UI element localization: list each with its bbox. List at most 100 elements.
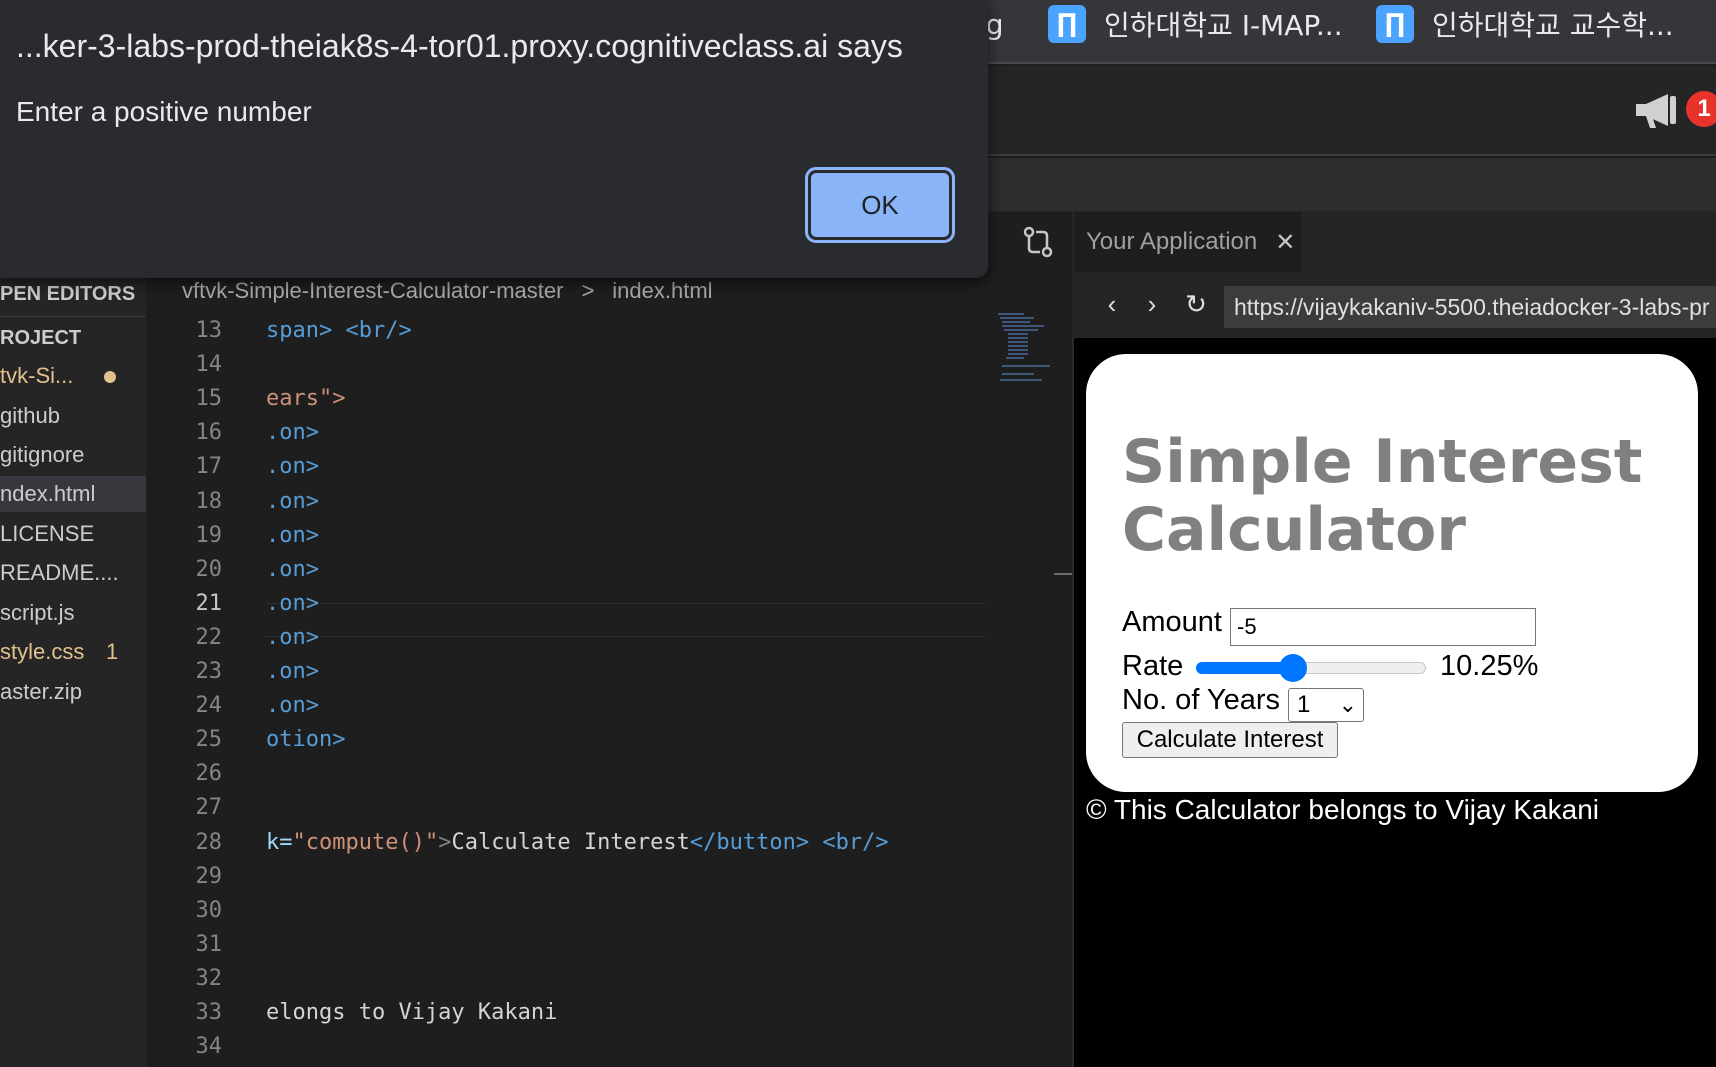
line-number: 34 <box>195 1034 223 1060</box>
code-line[interactable]: 15 ears"> <box>146 382 986 416</box>
breadcrumb-folder[interactable]: vftvk-Simple-Interest-Calculator-master <box>182 278 563 304</box>
code-fragment: .on> <box>266 624 319 650</box>
breadcrumb-file[interactable]: index.html <box>612 278 712 304</box>
explorer-item-license[interactable]: LICENSE <box>0 516 146 552</box>
code-line[interactable]: 27 <box>146 791 986 825</box>
code-fragment: .on> <box>266 659 319 684</box>
code-line[interactable]: 33 elongs to Vijay Kakani <box>146 996 986 1030</box>
explorer-item-readme[interactable]: README.... <box>0 555 146 591</box>
code-line[interactable]: 25 otion> <box>146 723 986 757</box>
scrollbar-marker[interactable] <box>1054 573 1072 575</box>
bookmark-inha-professor[interactable]: ∏ 인하대학교 교수학... <box>1376 0 1674 48</box>
code-line[interactable]: 30 <box>146 894 986 928</box>
line-number: 23 <box>195 659 223 684</box>
years-selected-value: 1 <box>1297 691 1311 718</box>
code-line[interactable]: 18 .on> <box>146 485 986 519</box>
code-line[interactable]: 19 .on> <box>146 519 986 553</box>
line-number: 18 <box>195 488 223 514</box>
open-editors-header[interactable]: PEN EDITORS <box>0 276 146 312</box>
explorer-item-style-css[interactable]: style.css 1 <box>0 634 146 670</box>
divider <box>0 316 146 317</box>
code-text: .on> <box>266 621 319 655</box>
file-explorer: PEN EDITORS ROJECT tvk-Si... github giti… <box>0 276 146 1067</box>
rate-slider[interactable] <box>1196 654 1426 682</box>
code-text: span> <br/> <box>266 314 412 348</box>
tab-your-application[interactable]: Your Application ✕ <box>1074 212 1302 272</box>
code-text: .on> <box>266 450 319 484</box>
code-line[interactable]: 32 <box>146 962 986 996</box>
code-text: .on> <box>266 416 319 450</box>
code-fragment: span> <box>266 318 333 343</box>
code-token: Calculate Interest <box>451 829 690 855</box>
explorer-item-script-js[interactable]: script.js <box>0 595 146 631</box>
dialog-title: ...ker-3-labs-prod-theiak8s-4-tor01.prox… <box>16 28 903 64</box>
problem-count-badge: 1 <box>106 639 119 664</box>
code-line[interactable]: 24 .on> <box>146 689 986 723</box>
line-number: 22 <box>195 624 223 650</box>
explorer-item-github[interactable]: github <box>0 398 146 434</box>
ok-button[interactable]: OK <box>805 167 955 243</box>
code-line[interactable]: 14 <box>146 348 986 382</box>
rate-value: 10.25% <box>1440 650 1539 682</box>
code-token: "compute()" <box>292 829 439 855</box>
line-number: 24 <box>195 693 223 719</box>
explorer-item-gitignore[interactable]: gitignore <box>0 437 146 473</box>
code-line[interactable]: 31 <box>146 928 986 962</box>
line-number: 30 <box>195 897 223 923</box>
years-select[interactable]: 1 ⌄ <box>1288 688 1364 722</box>
code-fragment: <br/> <box>332 318 412 343</box>
back-icon[interactable]: ‹ <box>1094 284 1130 324</box>
code-line[interactable]: 20 .on> <box>146 553 986 587</box>
code-line[interactable]: 26 <box>146 757 986 791</box>
code-fragment: .on> <box>266 488 319 514</box>
explorer-item-label: tvk-Si... <box>0 363 74 388</box>
code-text: .on> <box>266 689 319 723</box>
line-number: 31 <box>195 931 223 957</box>
url-input[interactable] <box>1224 286 1716 328</box>
code-fragment: .on> <box>266 556 319 582</box>
bookmark-inha-imap[interactable]: ∏ 인하대학교 I-MAP... <box>1048 0 1343 48</box>
calculator-title: Simple Interest Calculator <box>1122 427 1643 565</box>
code-line[interactable]: 23 .on> <box>146 655 986 689</box>
code-line[interactable]: 16 .on> <box>146 416 986 450</box>
megaphone-icon[interactable] <box>1632 88 1680 132</box>
code-fragment: .on> <box>266 454 319 480</box>
close-icon[interactable]: ✕ <box>1275 228 1295 257</box>
code-line[interactable]: 22 .on> <box>146 621 986 655</box>
code-line[interactable]: 28 k="compute()">Calculate Interest</butt… <box>146 826 986 860</box>
amount-input[interactable] <box>1230 608 1536 646</box>
explorer-item-index-html[interactable]: ndex.html <box>0 476 146 512</box>
minimap[interactable] <box>994 310 1054 390</box>
code-token: k= <box>266 829 293 855</box>
calculate-interest-button[interactable]: Calculate Interest <box>1122 722 1338 758</box>
line-number: 27 <box>195 795 223 821</box>
breadcrumb-separator-icon: > <box>581 278 595 303</box>
slider-thumb[interactable] <box>1278 654 1307 682</box>
years-label: No. of Years <box>1122 684 1280 716</box>
alert-dialog: ...ker-3-labs-prod-theiak8s-4-tor01.prox… <box>0 0 988 278</box>
code-fragment: .on> <box>266 590 319 616</box>
code-line[interactable]: 21 .on> <box>146 587 986 621</box>
line-number: 25 <box>195 727 223 753</box>
code-line[interactable]: 13 span> <br/> <box>146 314 986 348</box>
code-line[interactable]: 17 .on> <box>146 450 986 484</box>
code-line[interactable]: 29 <box>146 860 986 894</box>
code-fragment: otion> <box>266 727 346 753</box>
code-fragment: k="compute()">Calculate Interest</button… <box>266 830 809 855</box>
footer-copyright: © This Calculator belongs to Vijay Kakan… <box>1086 794 1599 825</box>
code-text: otion> <box>266 723 345 757</box>
explorer-item-zip[interactable]: aster.zip <box>0 674 146 710</box>
code-line[interactable]: 34 <box>146 1030 986 1064</box>
tab-label: Your Application <box>1086 228 1258 255</box>
source-control-compare-icon[interactable] <box>1020 224 1056 260</box>
project-header[interactable]: ROJECT <box>0 320 146 356</box>
line-number: 17 <box>195 454 223 480</box>
rate-label: Rate <box>1122 650 1184 682</box>
forward-icon[interactable]: › <box>1134 284 1170 324</box>
line-number: 19 <box>195 522 223 548</box>
explorer-item-project-folder[interactable]: tvk-Si... <box>0 358 146 394</box>
line-number: 13 <box>195 318 223 343</box>
line-number: 16 <box>195 420 223 446</box>
reload-icon[interactable]: ↻ <box>1178 284 1214 324</box>
notification-badge[interactable]: 1 <box>1686 91 1716 127</box>
